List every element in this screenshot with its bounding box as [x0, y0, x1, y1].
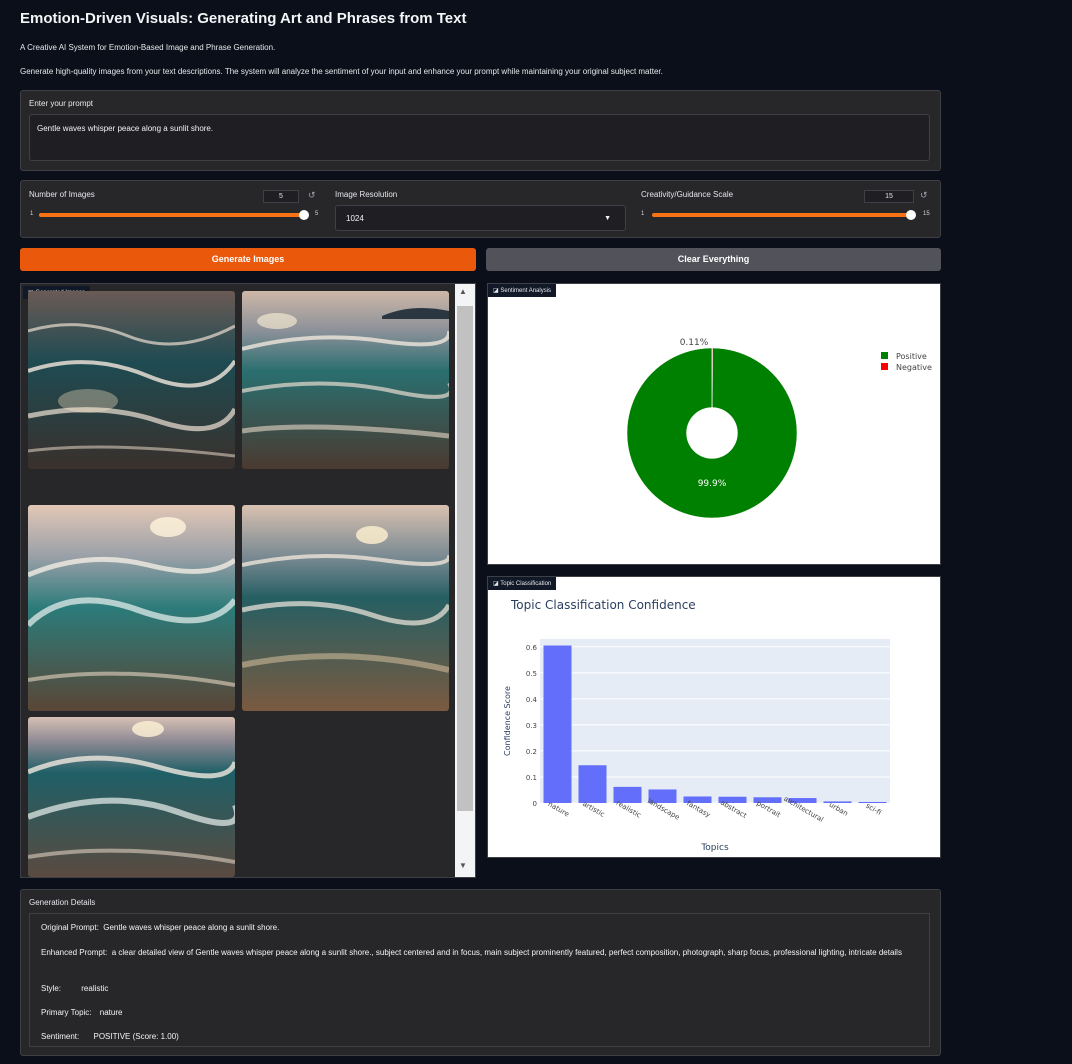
guidance-slider[interactable]	[652, 213, 912, 217]
generated-image-5[interactable]	[28, 717, 235, 877]
y-tick-label: 0.2	[526, 748, 537, 756]
sentiment-chart: 99.9% 0.11% Positive Negative	[626, 338, 932, 519]
x-tick-label: sci-fi	[864, 802, 882, 817]
resolution-value: 1024	[346, 214, 364, 223]
legend-label-positive: Positive	[896, 352, 927, 361]
num-images-slider-handle[interactable]	[299, 210, 309, 220]
y-tick-label: 0.6	[526, 644, 538, 652]
scroll-down-icon[interactable]: ▼	[459, 861, 467, 870]
legend-swatch-negative	[881, 363, 888, 370]
bar-sci-fi	[858, 801, 887, 803]
enhanced-prompt-label: Enhanced Prompt:	[41, 948, 108, 957]
original-prompt-row: Original Prompt: Gentle waves whisper pe…	[41, 923, 279, 932]
style-row: Style: realistic	[41, 984, 108, 993]
sentiment-row: Sentiment: POSITIVE (Score: 1.00)	[41, 1032, 179, 1041]
guidance-min: 1	[641, 211, 645, 217]
sentiment-detail-value: POSITIVE (Score: 1.00)	[93, 1032, 179, 1041]
generated-images-gallery: ▣ Generated Images	[20, 283, 476, 878]
details-label: Generation Details	[29, 898, 96, 907]
guidance-input[interactable]: 15	[864, 190, 914, 203]
legend-label-negative: Negative	[896, 363, 932, 372]
chart-title: Topic Classification Confidence	[510, 598, 696, 612]
original-prompt-label: Original Prompt:	[41, 923, 99, 932]
y-tick-label: 0.4	[526, 696, 538, 704]
y-tick-label: 0.3	[526, 722, 537, 730]
bar-artistic	[578, 765, 607, 803]
pie-label-positive: 99.9%	[698, 479, 727, 489]
bar-urban	[823, 801, 852, 803]
original-prompt-value: Gentle waves whisper peace along a sunli…	[103, 923, 280, 932]
primary-topic-label: Primary Topic:	[41, 1008, 92, 1017]
topic-panel: ◪ Topic Classification Topic Classificat…	[487, 576, 941, 858]
guidance-max: 15	[923, 211, 930, 217]
prompt-input[interactable]: Gentle waves whisper peace along a sunli…	[29, 114, 930, 161]
y-axis-label: Confidence Score	[503, 686, 512, 756]
generate-images-button[interactable]: Generate Images	[20, 248, 476, 271]
num-images-slider[interactable]	[39, 213, 304, 217]
style-value: realistic	[81, 984, 109, 993]
x-axis-label: Topics	[700, 843, 729, 853]
reset-icon[interactable]: ↺	[920, 190, 928, 201]
page-title: Emotion-Driven Visuals: Generating Art a…	[20, 10, 467, 27]
prompt-panel: Enter your prompt Gentle waves whisper p…	[20, 90, 941, 171]
primary-topic-value: nature	[99, 1008, 123, 1017]
chevron-down-icon: ▼	[604, 215, 611, 222]
topic-chart: Topic Classification Confidence 0 0.1 0.2 0.…	[503, 598, 890, 853]
num-images-input[interactable]: 5	[263, 190, 299, 203]
bar-nature	[543, 645, 572, 803]
resolution-select[interactable]: 1024 ▼	[335, 205, 626, 231]
scroll-up-icon[interactable]: ▲	[459, 287, 467, 296]
generated-image-4[interactable]	[242, 505, 449, 711]
generated-image-3[interactable]	[28, 505, 235, 711]
legend-swatch-positive	[881, 352, 888, 359]
num-images-min: 1	[30, 211, 34, 217]
num-images-label: Number of Images	[29, 190, 95, 199]
resolution-label: Image Resolution	[335, 190, 398, 199]
clear-everything-button[interactable]: Clear Everything	[486, 248, 941, 271]
y-tick-label: 0.1	[526, 774, 537, 782]
details-box: Original Prompt: Gentle waves whisper pe…	[29, 913, 930, 1047]
reset-icon[interactable]: ↺	[308, 190, 316, 201]
primary-topic-row: Primary Topic: nature	[41, 1008, 122, 1017]
generated-image-1[interactable]	[28, 291, 235, 469]
guidance-label: Creativity/Guidance Scale	[641, 190, 734, 199]
generation-details-panel: Generation Details Original Prompt: Gent…	[20, 889, 941, 1056]
page-subtitle: A Creative AI System for Emotion-Based I…	[20, 43, 276, 52]
guidance-slider-handle[interactable]	[906, 210, 916, 220]
gallery-scrollbar[interactable]: ▲ ▼	[455, 284, 475, 877]
y-tick-label: 0	[533, 800, 537, 808]
enhanced-prompt-value: a clear detailed view of Gentle waves wh…	[111, 948, 902, 957]
scrollbar-thumb[interactable]	[457, 306, 473, 811]
sentiment-detail-label: Sentiment:	[41, 1032, 80, 1041]
pie-label-negative: 0.11%	[680, 338, 709, 348]
generated-image-2[interactable]	[242, 291, 449, 469]
prompt-label: Enter your prompt	[29, 99, 94, 108]
y-tick-label: 0.5	[526, 670, 537, 678]
num-images-max: 5	[315, 211, 319, 217]
enhanced-prompt-row: Enhanced Prompt: a clear detailed view o…	[41, 947, 911, 959]
controls-panel: Number of Images 5 ↺ 1 5 Image Resolutio…	[20, 180, 941, 238]
page-description: Generate high-quality images from your t…	[20, 67, 663, 76]
style-label: Style:	[41, 984, 62, 993]
sentiment-panel: ◪ Sentiment Analysis 99.9% 0.11% Positive N…	[487, 283, 941, 565]
